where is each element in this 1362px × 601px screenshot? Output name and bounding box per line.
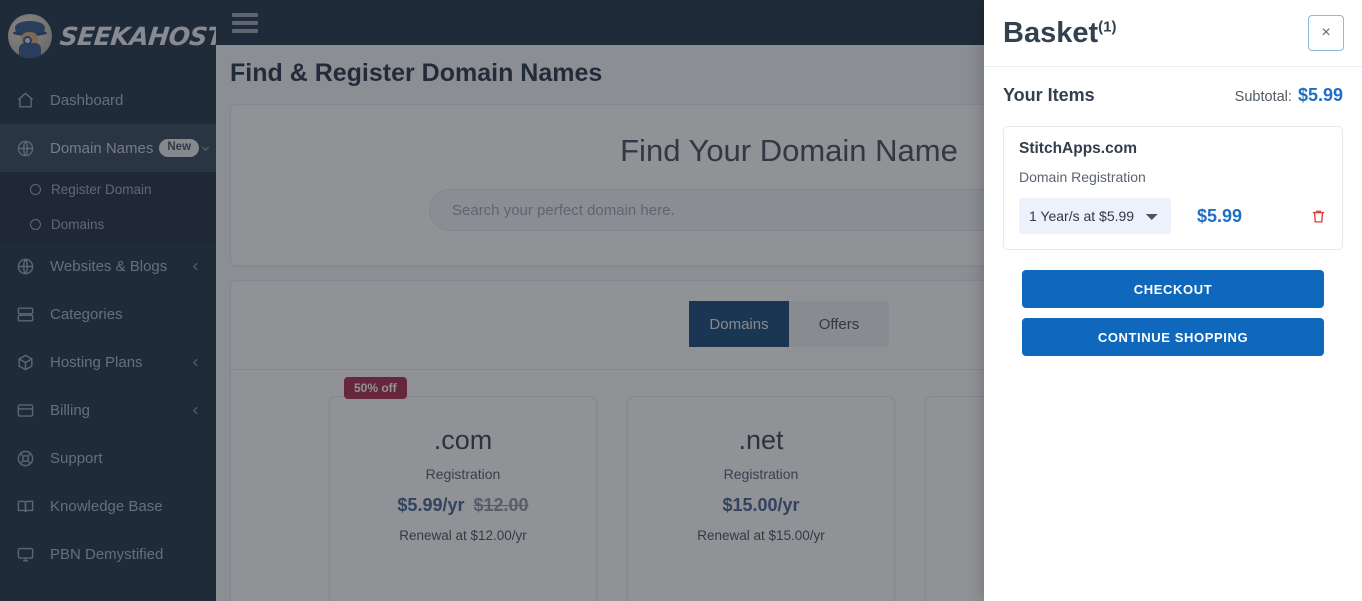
term-select[interactable]: 1 Year/s at $5.99 <box>1019 198 1171 234</box>
basket-summary-row: Your Items Subtotal: $5.99 <box>1003 85 1343 126</box>
basket-title: Basket(1) <box>1003 16 1117 49</box>
continue-shopping-button[interactable]: CONTINUE SHOPPING <box>1022 318 1324 356</box>
basket-actions: CHECKOUT CONTINUE SHOPPING <box>1003 250 1343 356</box>
trash-icon[interactable] <box>1310 208 1327 225</box>
basket-item-domain: StitchApps.com <box>1019 140 1137 157</box>
checkout-button[interactable]: CHECKOUT <box>1022 270 1324 308</box>
app-root: SEEKAHOST TM Dashboard Domain Names New <box>0 0 1362 601</box>
basket-count: (1) <box>1098 17 1117 35</box>
close-icon[interactable]: × <box>1308 15 1344 51</box>
basket-drawer: Basket(1) × Your Items Subtotal: $5.99 S… <box>984 0 1362 601</box>
your-items-label: Your Items <box>1003 85 1095 105</box>
subtotal-label: Subtotal: <box>1234 89 1292 105</box>
basket-item-type: Domain Registration <box>1019 169 1146 185</box>
basket-item-controls: 1 Year/s at $5.99 $5.99 <box>1019 198 1327 234</box>
basket-title-text: Basket <box>1003 16 1099 49</box>
modal-backdrop[interactable] <box>0 0 984 601</box>
basket-item-price: $5.99 <box>1197 205 1243 226</box>
basket-item: StitchApps.com Domain Registration 1 Yea… <box>1003 126 1343 250</box>
subtotal-value: $5.99 <box>1297 85 1343 105</box>
subtotal: Subtotal: $5.99 <box>1235 85 1343 106</box>
basket-body: Your Items Subtotal: $5.99 StitchApps.co… <box>984 67 1362 366</box>
basket-header: Basket(1) × <box>984 0 1362 67</box>
